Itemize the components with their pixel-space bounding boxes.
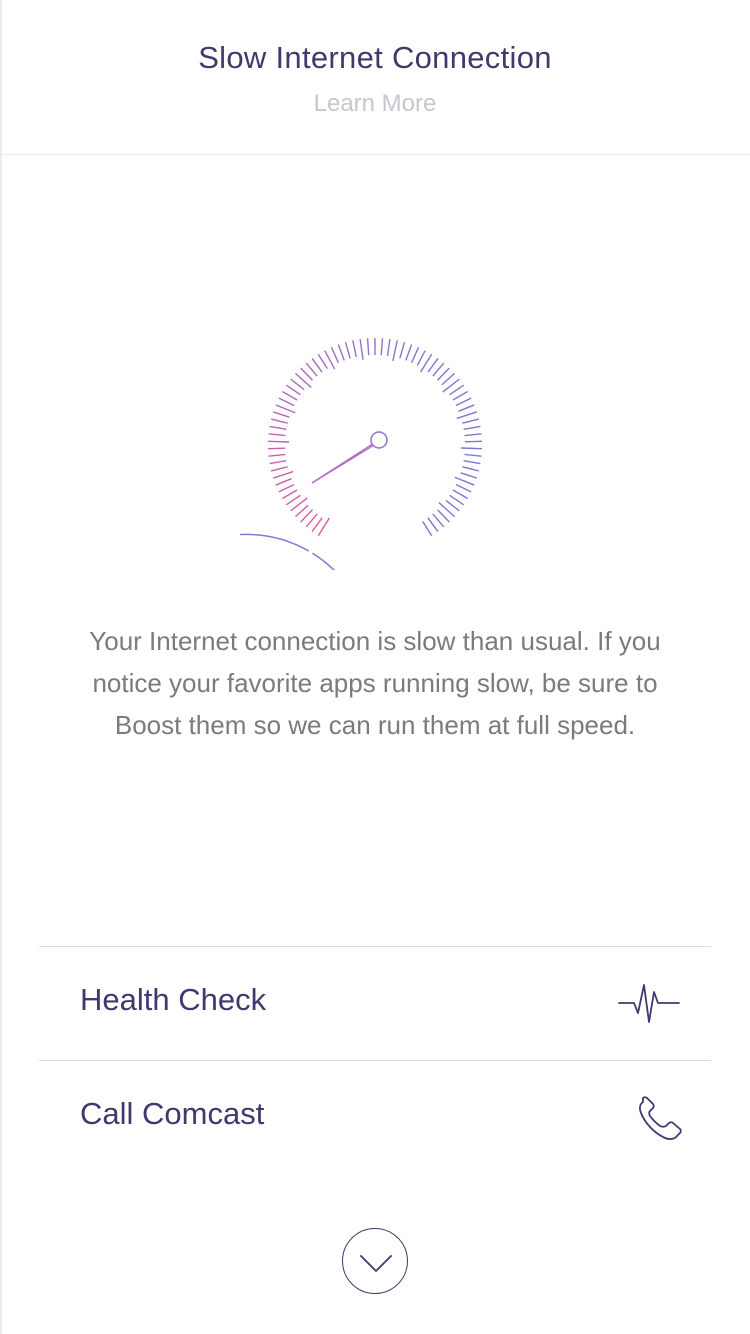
gauge-needle [311, 431, 388, 484]
expand-button[interactable] [342, 1228, 408, 1294]
page-title: Slow Internet Connection [198, 40, 552, 75]
header: Slow Internet Connection Learn More [0, 0, 750, 155]
pulse-icon [618, 984, 680, 1023]
call-comcast-label: Call Comcast [80, 1096, 265, 1131]
chevron-down-icon [360, 1255, 392, 1272]
screen-edge [0, 0, 2, 1334]
phone-icon [639, 1096, 682, 1140]
gauge-outer-arc [240, 533, 335, 570]
speedometer-icon [240, 338, 482, 570]
call-comcast-button[interactable]: Call Comcast [39, 1061, 711, 1173]
health-check-button[interactable]: Health Check [39, 947, 711, 1059]
health-check-label: Health Check [80, 982, 267, 1017]
status-message: Your Internet connection is slow than us… [89, 626, 661, 740]
learn-more-link[interactable]: Learn More [0, 90, 750, 118]
